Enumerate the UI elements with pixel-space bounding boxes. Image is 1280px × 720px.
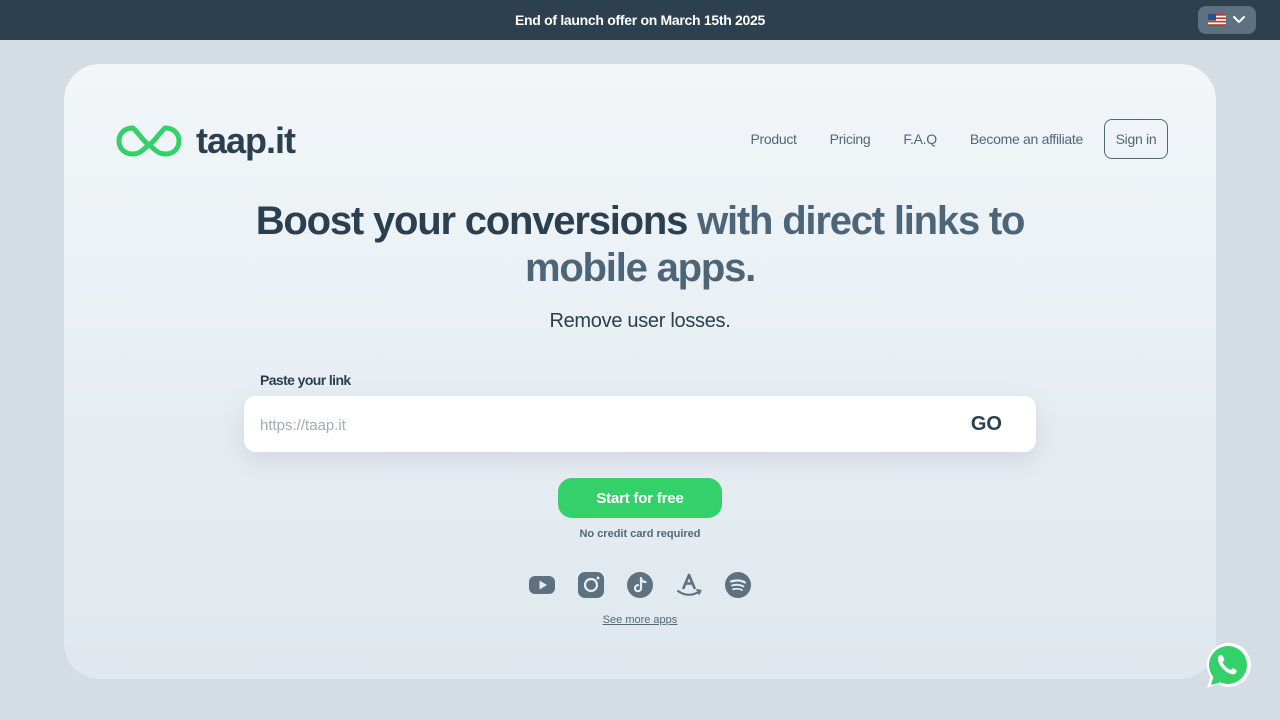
nav-product[interactable]: Product <box>751 131 797 147</box>
hero-title-part1: Boost your conversions <box>255 199 698 243</box>
hero-subtitle: Remove user losses. <box>549 310 731 332</box>
go-button[interactable]: GO <box>971 396 1002 452</box>
nav-affiliate[interactable]: Become an affiliate <box>970 131 1083 147</box>
no-credit-card-note: No credit card required <box>579 528 701 540</box>
start-for-free-button[interactable]: Start for free <box>558 478 722 518</box>
hero-card: taap.it Product Pricing F.A.Q Become an … <box>64 64 1216 679</box>
infinity-logo-icon <box>116 125 182 157</box>
language-selector[interactable] <box>1198 6 1256 34</box>
youtube-icon[interactable] <box>528 571 556 599</box>
chevron-down-icon <box>1233 16 1245 23</box>
link-input-box: GO <box>244 396 1036 454</box>
us-flag-icon <box>1208 14 1226 26</box>
main-nav: Product Pricing F.A.Q Become an affiliat… <box>751 119 1168 159</box>
nav-faq[interactable]: F.A.Q <box>903 131 937 147</box>
spotify-icon[interactable] <box>724 571 752 599</box>
logo[interactable]: taap.it <box>116 120 296 162</box>
logo-text: taap.it <box>196 120 296 161</box>
amazon-icon[interactable] <box>675 571 703 599</box>
whatsapp-icon[interactable] <box>1201 640 1251 692</box>
hero-title: Boost your conversions with direct links… <box>240 198 1040 292</box>
link-input-label: Paste your link <box>260 372 351 388</box>
nav-pricing[interactable]: Pricing <box>830 131 871 147</box>
announcement-text: End of launch offer on March 15th 2025 <box>515 12 765 28</box>
supported-apps <box>528 571 752 599</box>
announcement-bar: End of launch offer on March 15th 2025 <box>0 0 1280 40</box>
tiktok-icon[interactable] <box>626 571 654 599</box>
link-input[interactable] <box>258 396 942 454</box>
instagram-icon[interactable] <box>577 571 605 599</box>
see-more-apps-link[interactable]: See more apps <box>540 614 740 626</box>
sign-in-button[interactable]: Sign in <box>1104 119 1168 159</box>
